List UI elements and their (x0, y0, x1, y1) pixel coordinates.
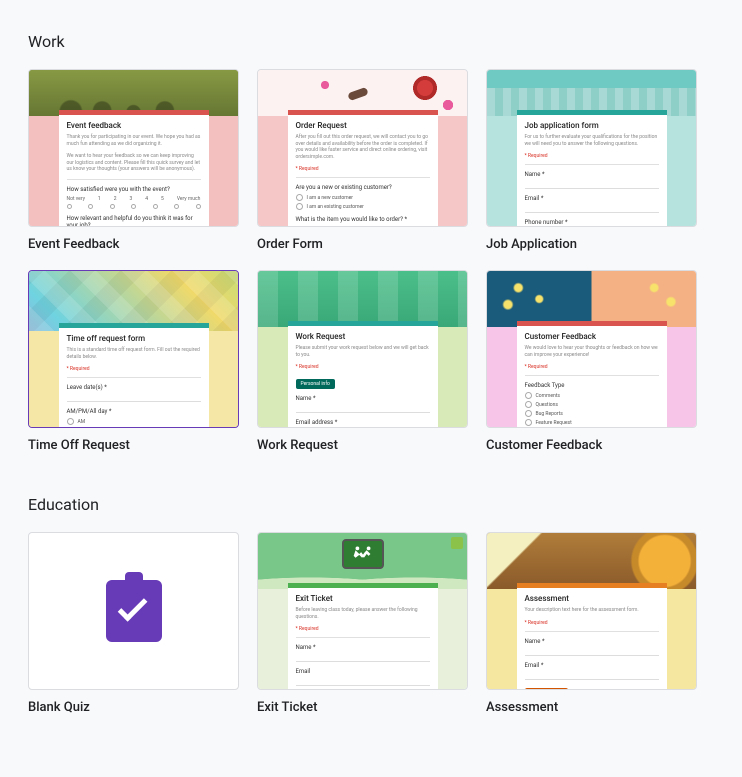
thumbnail: Event feedback Thank you for participati… (28, 69, 239, 227)
form-title: Event feedback (67, 121, 201, 130)
scale-high: Very much (177, 196, 201, 202)
question: Email * (525, 195, 659, 202)
question: What is the item you would like to order… (296, 216, 430, 223)
question: Leave date(s) * (67, 384, 201, 391)
question: Name * (525, 638, 659, 645)
question: Name * (296, 644, 430, 651)
question: Are you a new or existing customer? (296, 184, 430, 191)
card-label: Exit Ticket (257, 700, 468, 715)
section-chip: Quiz Questions (525, 688, 569, 691)
question: Email * (525, 662, 659, 669)
section-header-work: Work (28, 32, 714, 51)
thumbnail: Time off request form This is a standard… (28, 270, 239, 428)
thumbnail: Work Request Please submit your work req… (257, 270, 468, 428)
required-label: * Required (296, 166, 430, 172)
question: Feedback Type (525, 382, 659, 389)
card-label: Time Off Request (28, 438, 239, 453)
card-label: Order Form (257, 237, 468, 252)
form-desc: Please submit your work request below an… (296, 345, 430, 358)
question: Phone number * (525, 219, 659, 226)
form-title: Order Request (296, 121, 430, 130)
thumbnail: Customer Feedback We would love to hear … (486, 270, 697, 428)
form-title: Customer Feedback (525, 332, 659, 341)
radio-option: I am a new customer (296, 194, 430, 201)
form-desc: Before leaving class today, please answe… (296, 607, 430, 620)
question: Email (296, 668, 430, 675)
thumbnail: Assessment Your description text here fo… (486, 532, 697, 690)
radio-option: Bug Reports (525, 410, 659, 417)
quiz-clipboard-icon (106, 580, 162, 642)
question: How satisfied were you with the event? (67, 186, 201, 193)
radio-option: PM (67, 427, 201, 428)
thumbnail: Order Request After you fill out this or… (257, 69, 468, 227)
required-label: * Required (296, 626, 430, 632)
form-title: Exit Ticket (296, 594, 430, 603)
pencil-icon (451, 537, 463, 549)
education-grid: Blank Quiz Exit Ticket Before leaving cl… (28, 532, 714, 715)
form-title: Assessment (525, 594, 659, 603)
section-chip: Personal info (296, 379, 335, 389)
radio-option: Comments (525, 392, 659, 399)
required-label: * Required (525, 153, 659, 159)
template-card-event-feedback[interactable]: Event feedback Thank you for participati… (28, 69, 239, 252)
card-label: Assessment (486, 700, 697, 715)
exit-sign-icon (342, 539, 384, 569)
radio-option: Questions (525, 401, 659, 408)
form-desc: After you fill out this order request, w… (296, 134, 430, 160)
template-card-order-form[interactable]: Order Request After you fill out this or… (257, 69, 468, 252)
template-card-assessment[interactable]: Assessment Your description text here fo… (486, 532, 697, 715)
form-title: Time off request form (67, 334, 201, 343)
required-label: * Required (525, 620, 659, 626)
question: AM/PM/All day * (67, 408, 201, 415)
form-desc: Your description text here for the asses… (525, 607, 659, 614)
work-grid: Event feedback Thank you for participati… (28, 69, 714, 453)
question: How relevant and helpful do you think it… (67, 215, 201, 228)
radio-option: Feature Request (525, 419, 659, 426)
scale-low: Not very (67, 196, 85, 202)
question: Email address * (296, 419, 430, 426)
radio-option: I am an existing customer (296, 203, 430, 210)
hint: Please enter the product number (296, 226, 430, 227)
thumbnail: Exit Ticket Before leaving class today, … (257, 532, 468, 690)
template-card-blank-quiz[interactable]: Blank Quiz (28, 532, 239, 715)
form-desc: This is a standard time off request form… (67, 347, 201, 360)
form-title: Work Request (296, 332, 430, 341)
card-label: Blank Quiz (28, 700, 239, 715)
question: Name * (296, 395, 430, 402)
required-label: * Required (296, 364, 430, 370)
thumbnail: Job application form For us to further e… (486, 69, 697, 227)
card-label: Customer Feedback (486, 438, 697, 453)
form-title: Job application form (525, 121, 659, 130)
template-card-job-application[interactable]: Job application form For us to further e… (486, 69, 697, 252)
form-desc2: We want to hear your feedback so we can … (67, 153, 201, 173)
form-desc: For us to further evaluate your qualific… (525, 134, 659, 147)
section-header-education: Education (28, 495, 714, 514)
required-label: * Required (525, 364, 659, 370)
card-label: Job Application (486, 237, 697, 252)
form-desc: We would love to hear your thoughts or f… (525, 345, 659, 358)
card-label: Work Request (257, 438, 468, 453)
template-card-time-off-request[interactable]: Time off request form This is a standard… (28, 270, 239, 453)
required-label: * Required (67, 366, 201, 372)
form-desc: Thank you for participating in our event… (67, 134, 201, 147)
thumbnail (28, 532, 239, 690)
template-card-work-request[interactable]: Work Request Please submit your work req… (257, 270, 468, 453)
card-label: Event Feedback (28, 237, 239, 252)
template-card-exit-ticket[interactable]: Exit Ticket Before leaving class today, … (257, 532, 468, 715)
template-card-customer-feedback[interactable]: Customer Feedback We would love to hear … (486, 270, 697, 453)
question: Name * (525, 171, 659, 178)
radio-option: AM (67, 418, 201, 425)
